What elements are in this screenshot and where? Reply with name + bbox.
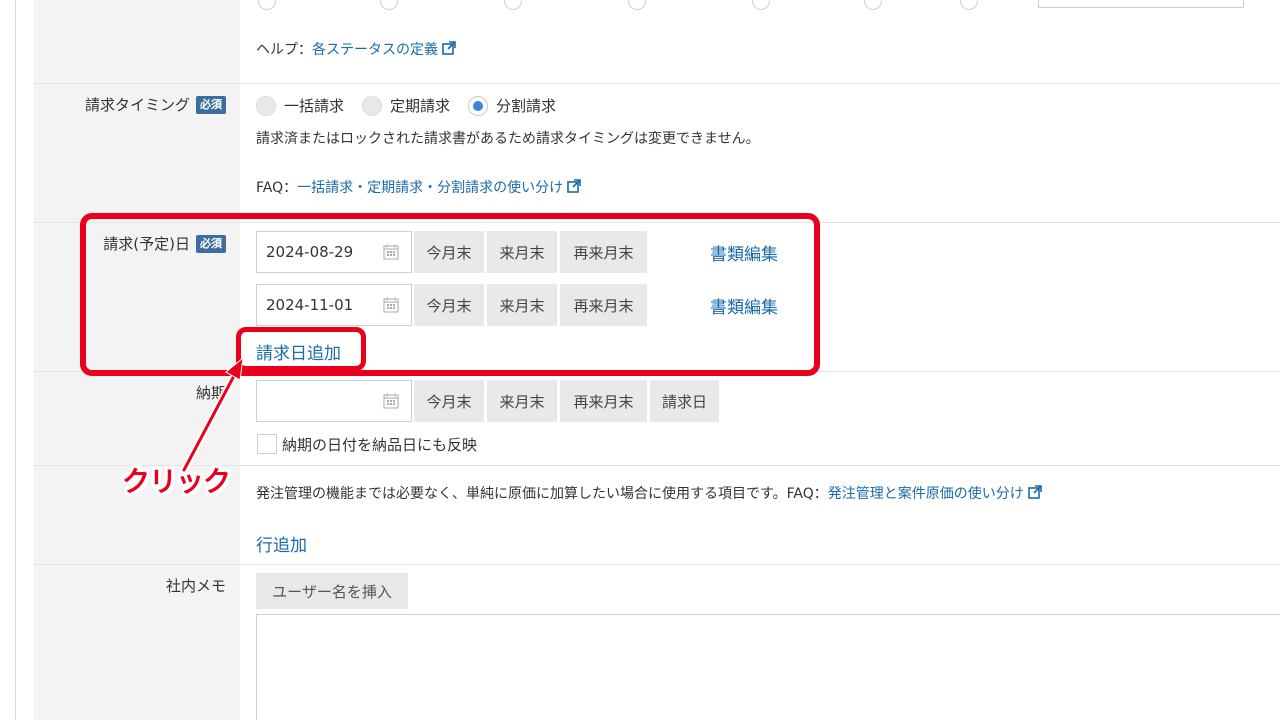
insert-username-button[interactable]: ユーザー名を挿入 bbox=[256, 573, 408, 609]
end-of-month-after-next-button[interactable]: 再来月末 bbox=[560, 380, 647, 422]
highlight-box-small bbox=[236, 327, 366, 371]
status-radio[interactable] bbox=[380, 0, 398, 10]
end-of-next-month-button[interactable]: 来月末 bbox=[487, 380, 557, 422]
radio-lump-sum[interactable]: 一括請求 bbox=[256, 95, 344, 116]
billing-timing-faq: FAQ：一括請求・定期請求・分割請求の使い分け bbox=[256, 177, 581, 197]
internal-memo-label: 社内メモ bbox=[166, 575, 226, 596]
status-definition-link[interactable]: 各ステータスの定義 bbox=[312, 42, 438, 58]
billing-timing-label: 請求タイミング 必須 bbox=[85, 94, 226, 115]
row-divider bbox=[34, 564, 1280, 565]
status-help: ヘルプ：各ステータスの定義 bbox=[256, 39, 456, 59]
billing-date-button[interactable]: 請求日 bbox=[650, 380, 719, 422]
row-divider bbox=[34, 83, 1280, 84]
radio-label: 定期請求 bbox=[390, 97, 451, 115]
radio-split[interactable]: 分割請求 bbox=[468, 95, 556, 116]
delivery-label-text: 納期 bbox=[195, 384, 226, 402]
status-radio[interactable] bbox=[960, 0, 978, 10]
radio-periodic[interactable]: 定期請求 bbox=[362, 95, 450, 116]
faq-prefix: FAQ： bbox=[256, 180, 298, 196]
cost-faq-link[interactable]: 発注管理と案件原価の使い分け bbox=[828, 486, 1024, 502]
left-rail bbox=[0, 0, 16, 720]
billing-timing-faq-link[interactable]: 一括請求・定期請求・分割請求の使い分け bbox=[297, 180, 563, 196]
reflect-delivery-date-checkbox[interactable] bbox=[257, 434, 277, 454]
calendar-icon[interactable] bbox=[383, 393, 399, 409]
status-radio[interactable] bbox=[864, 0, 882, 10]
cost-desc-text: 発注管理の機能までは必要なく、単純に原価に加算したい場合に使用する項目です。FA… bbox=[256, 486, 828, 502]
status-radio[interactable] bbox=[504, 0, 522, 10]
help-prefix: ヘルプ： bbox=[256, 42, 312, 58]
external-link-icon bbox=[442, 41, 456, 55]
external-link-icon bbox=[567, 179, 581, 193]
radio-circle-selected[interactable] bbox=[468, 95, 489, 116]
status-radio[interactable] bbox=[258, 0, 276, 10]
internal-memo-label-text: 社内メモ bbox=[165, 577, 226, 595]
add-row-link[interactable]: 行追加 bbox=[256, 531, 307, 556]
radio-label: 分割請求 bbox=[496, 97, 557, 115]
highlight-box bbox=[80, 213, 820, 376]
required-badge: 必須 bbox=[196, 95, 226, 114]
radio-label: 一括請求 bbox=[284, 97, 345, 115]
billing-timing-label-text: 請求タイミング bbox=[84, 96, 190, 114]
delivery-date-input[interactable] bbox=[256, 380, 412, 422]
end-of-this-month-button[interactable]: 今月末 bbox=[414, 380, 484, 422]
click-annotation-label: クリック bbox=[122, 465, 231, 498]
internal-memo-textarea[interactable] bbox=[256, 614, 1280, 720]
status-radio[interactable] bbox=[752, 0, 770, 10]
radio-circle[interactable] bbox=[362, 95, 383, 116]
status-radio[interactable] bbox=[628, 0, 646, 10]
billing-timing-radio-group: 一括請求 定期請求 分割請求 bbox=[256, 95, 574, 116]
radio-circle[interactable] bbox=[256, 95, 276, 116]
external-link-icon bbox=[1027, 485, 1042, 499]
reflect-delivery-date-label: 納期の日付を納品日にも反映 bbox=[282, 436, 478, 454]
cost-description: 発注管理の機能までは必要なく、単純に原価に加算したい場合に使用する項目です。FA… bbox=[256, 483, 1042, 503]
billing-timing-notice: 請求済またはロックされた請求書があるため請求タイミングは変更できません。 bbox=[256, 131, 760, 147]
top-input-field[interactable] bbox=[1038, 0, 1244, 8]
delivery-label: 納期 bbox=[196, 382, 226, 403]
